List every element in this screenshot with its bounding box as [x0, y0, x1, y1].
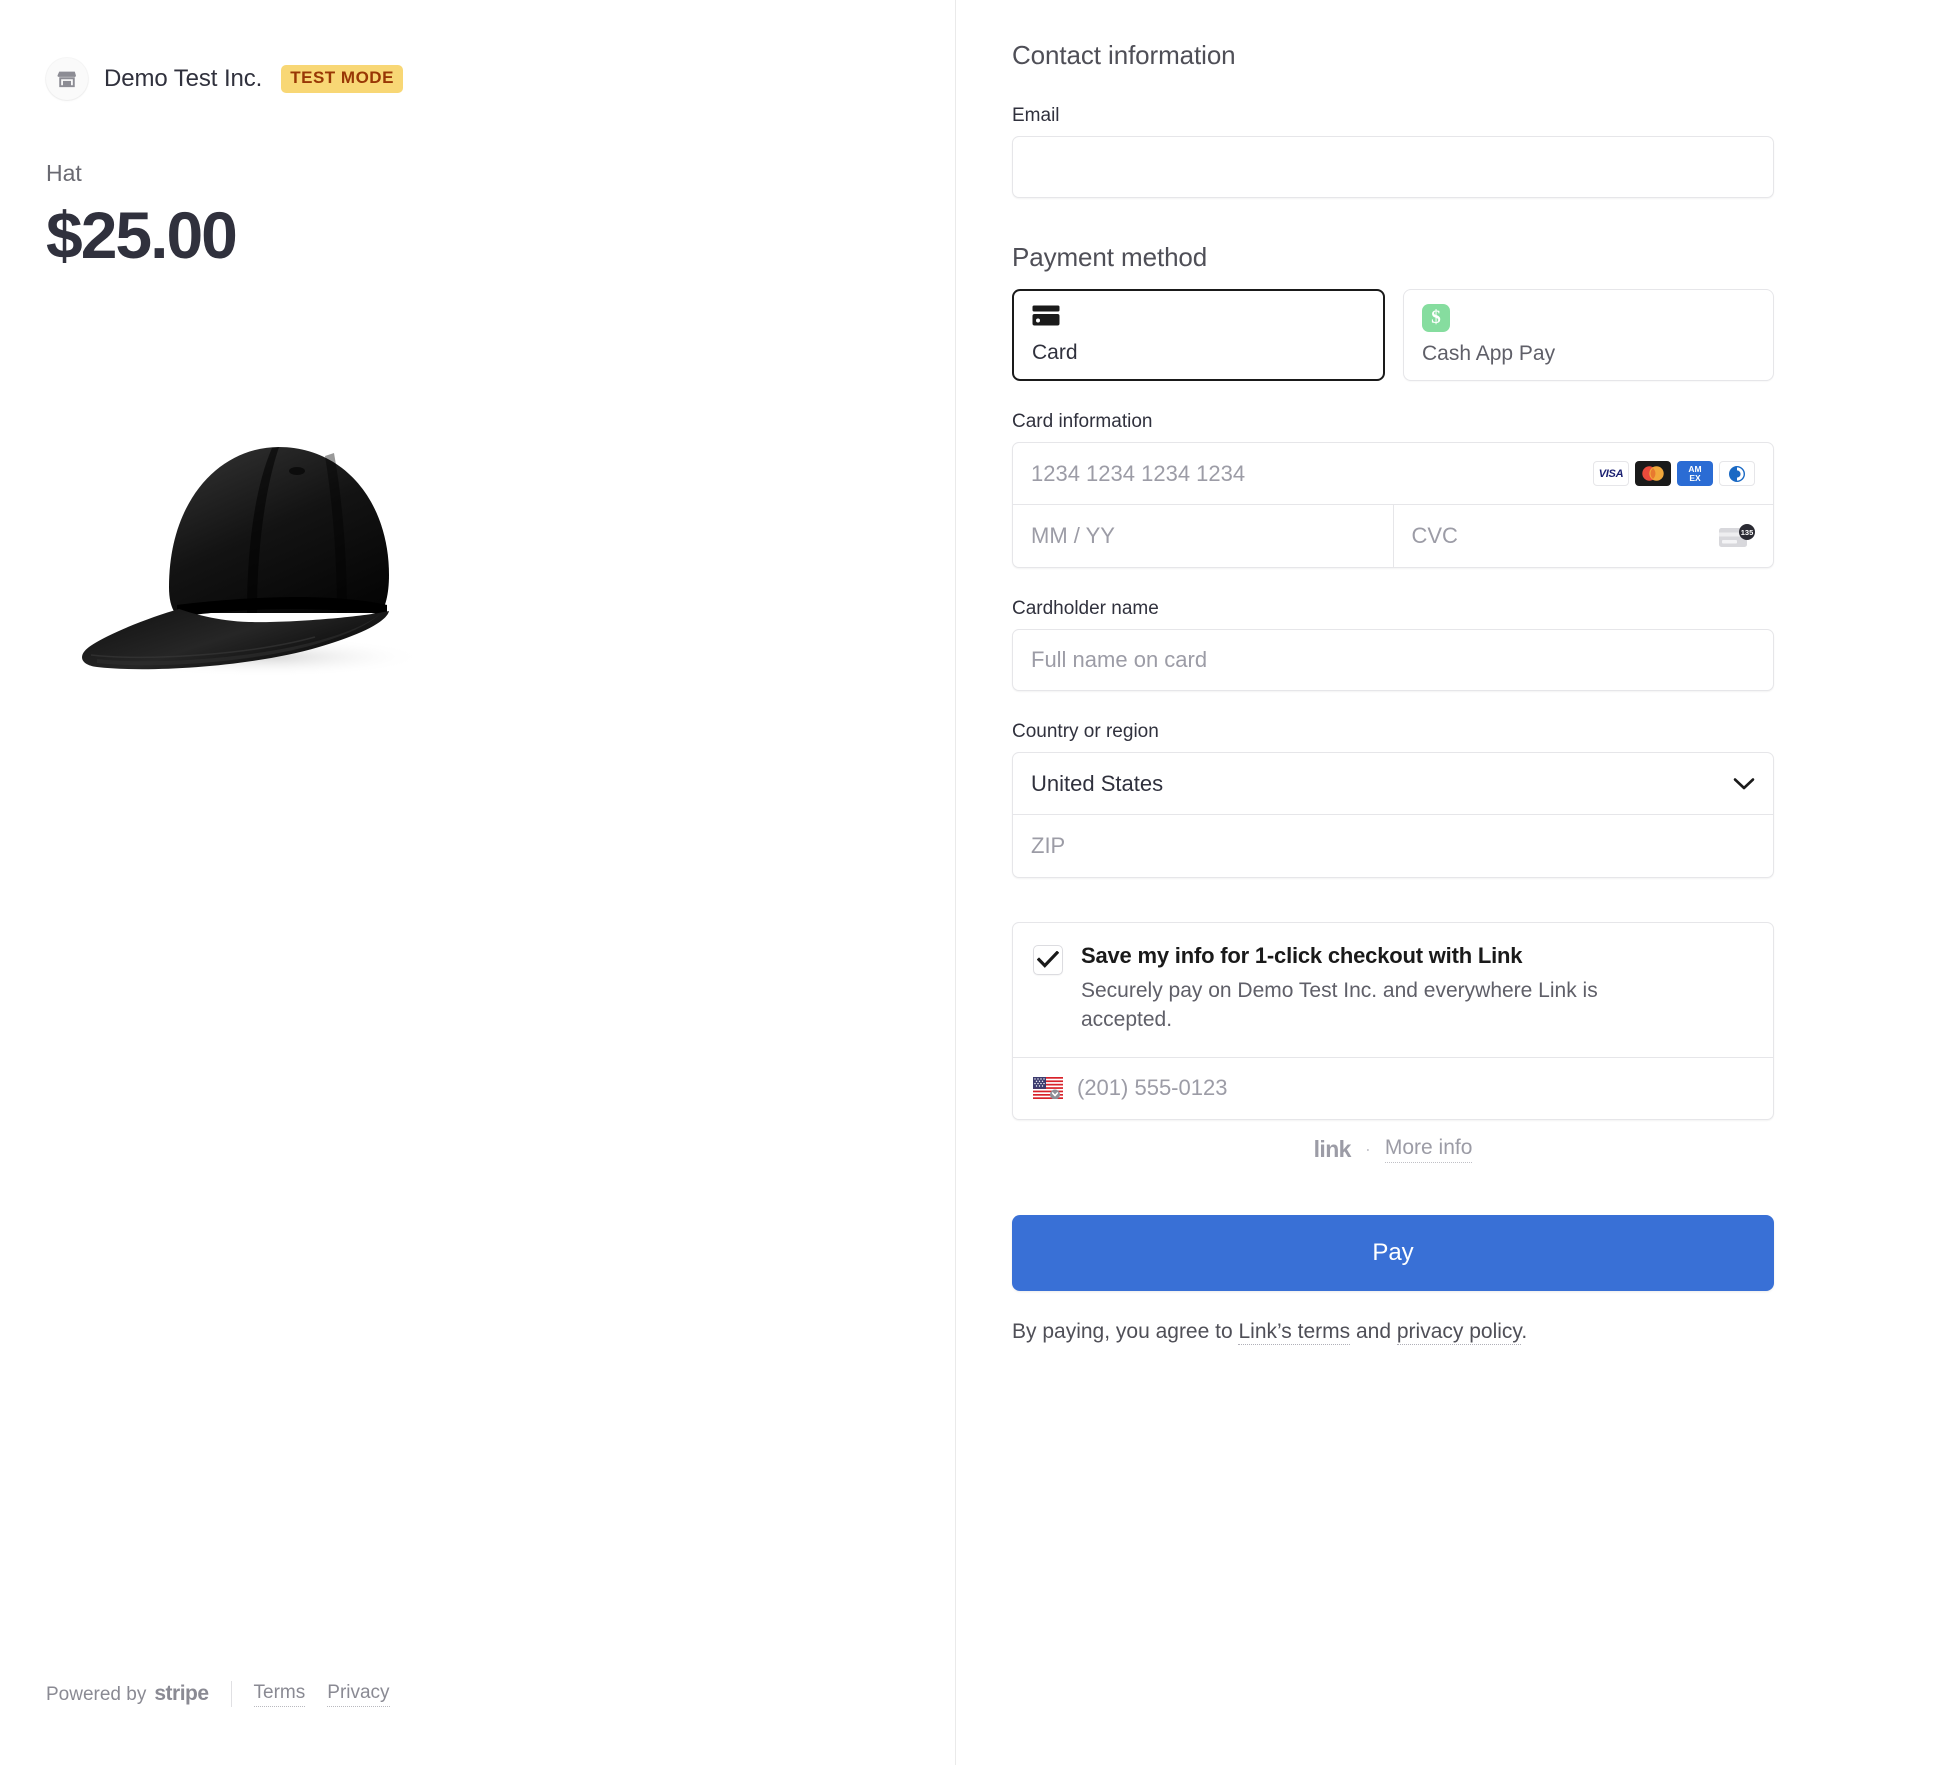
powered-by-label: Powered by: [46, 1684, 147, 1705]
terms-prefix: By paying, you agree to: [1012, 1319, 1239, 1343]
cardholder-name-input[interactable]: [1012, 629, 1774, 691]
link-brand-separator: ·: [1364, 1138, 1371, 1159]
payment-method-tabs: Card $ Cash App Pay: [1012, 289, 1774, 381]
cvc-hint-icon: 135: [1717, 523, 1755, 549]
link-phone-placeholder: (201) 555-0123: [1077, 1075, 1228, 1101]
store-icon: [46, 58, 88, 100]
card-information-label: Card information: [1012, 411, 1153, 432]
privacy-link[interactable]: Privacy: [327, 1682, 390, 1707]
product-image: [46, 404, 476, 704]
country-select-value: United States: [1031, 770, 1164, 796]
card-expiry-placeholder: MM / YY: [1031, 523, 1115, 548]
checkout-page: Demo Test Inc. TEST MODE Hat $25.00 Powe…: [0, 0, 1956, 1765]
product-name: Hat: [46, 160, 82, 186]
link-wordmark: link: [1313, 1135, 1352, 1162]
link-save-subtitle: Securely pay on Demo Test Inc. and every…: [1081, 979, 1598, 1031]
us-flag-icon[interactable]: [1033, 1077, 1063, 1100]
test-mode-badge: TEST MODE: [281, 65, 403, 93]
privacy-policy-link[interactable]: privacy policy: [1396, 1319, 1522, 1345]
payment-tab-card[interactable]: Card: [1012, 289, 1385, 381]
payment-tab-card-label: Card: [1032, 341, 1078, 364]
amex-icon: AM EX: [1677, 461, 1713, 486]
email-input[interactable]: [1012, 136, 1774, 198]
powered-by-stripe: Powered by stripe: [46, 1682, 209, 1706]
link-brand-row: link · More info: [1012, 1136, 1774, 1163]
link-terms-link[interactable]: Link’s terms: [1238, 1319, 1351, 1345]
terms-suffix: .: [1521, 1319, 1528, 1343]
country-region-group: Country or region United States ZIP: [1012, 721, 1774, 878]
zip-input[interactable]: ZIP: [1013, 815, 1773, 877]
payment-method-title: Payment method: [1012, 242, 1208, 272]
email-field-group: Email: [1012, 105, 1774, 198]
credit-card-icon: [1032, 305, 1365, 331]
terms-link[interactable]: Terms: [253, 1682, 306, 1707]
more-info-link[interactable]: More info: [1384, 1136, 1473, 1163]
order-summary-panel: Demo Test Inc. TEST MODE Hat $25.00 Powe…: [0, 0, 956, 1765]
card-brand-icons: VISA AM EX: [1593, 461, 1755, 486]
link-phone-input[interactable]: (201) 555-0123: [1013, 1056, 1773, 1119]
link-save-info-box: Save my info for 1-click checkout with L…: [1012, 922, 1774, 1120]
footer-divider: [230, 1681, 232, 1707]
pay-button[interactable]: Pay: [1012, 1214, 1774, 1291]
cash-app-icon: $: [1422, 304, 1450, 332]
chevron-down-icon: [1733, 771, 1755, 797]
visa-icon: VISA: [1593, 461, 1629, 486]
stripe-wordmark: stripe: [154, 1682, 209, 1705]
product-price: $25.00: [46, 198, 238, 272]
cvc-digits: 135: [1741, 528, 1754, 537]
link-save-title: Save my info for 1-click checkout with L…: [1081, 943, 1523, 968]
card-number-input[interactable]: 1234 1234 1234 1234 VISA AM EX: [1013, 443, 1773, 505]
card-cvc-input[interactable]: CVC 135: [1394, 505, 1774, 567]
card-information-group: Card information 1234 1234 1234 1234 VIS…: [1012, 411, 1774, 568]
country-select[interactable]: United States: [1013, 753, 1773, 815]
terms-middle: and: [1350, 1319, 1397, 1343]
cardholder-name-label: Cardholder name: [1012, 598, 1159, 619]
country-region-label: Country or region: [1012, 721, 1159, 742]
cardholder-name-group: Cardholder name: [1012, 598, 1774, 691]
email-label: Email: [1012, 105, 1060, 126]
card-expiry-input[interactable]: MM / YY: [1013, 505, 1394, 567]
diners-club-icon: [1719, 461, 1755, 486]
mastercard-icon: [1635, 461, 1671, 486]
card-cvc-placeholder: CVC: [1411, 523, 1458, 548]
link-save-checkbox[interactable]: [1033, 945, 1063, 975]
footer: Powered by stripe Terms Privacy: [46, 1681, 390, 1707]
payment-tab-cash-app-pay-label: Cash App Pay: [1422, 342, 1556, 365]
contact-information-title: Contact information: [1012, 40, 1236, 70]
footer-links: Terms Privacy: [253, 1682, 390, 1707]
payment-form-panel: Contact information Email Payment method: [956, 0, 1956, 1765]
payment-tab-cash-app-pay[interactable]: $ Cash App Pay: [1403, 289, 1774, 381]
merchant-header: Demo Test Inc. TEST MODE: [46, 58, 909, 100]
merchant-name: Demo Test Inc.: [104, 65, 263, 92]
terms-agreement-text: By paying, you agree to Link’s terms and…: [1012, 1317, 1774, 1346]
card-number-placeholder: 1234 1234 1234 1234: [1031, 460, 1246, 486]
zip-placeholder: ZIP: [1031, 833, 1066, 858]
